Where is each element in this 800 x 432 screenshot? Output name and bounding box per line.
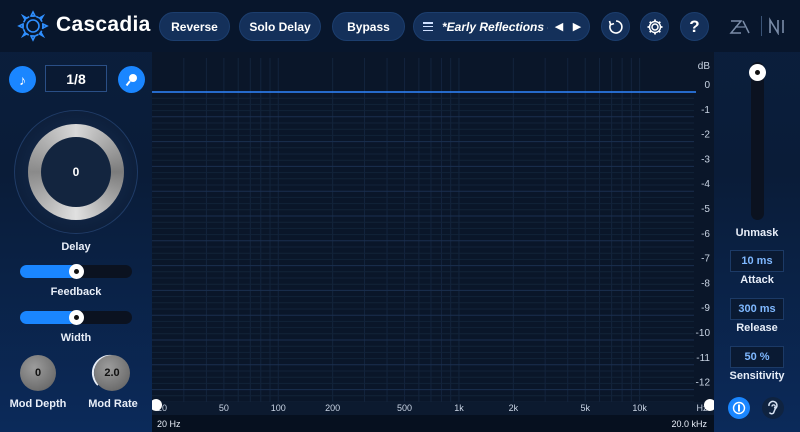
attack-label: Attack (740, 274, 774, 286)
reverse-button[interactable]: Reverse (159, 12, 230, 41)
right-panel: Unmask 10 ms Attack 300 ms Release 50 % … (714, 52, 800, 432)
width-slider[interactable] (20, 310, 132, 325)
mod-depth-knob[interactable]: 0 (20, 355, 56, 391)
db-tick-label: 0 (704, 80, 710, 91)
ear-icon (768, 400, 778, 415)
listen-button[interactable] (762, 397, 784, 419)
release-value[interactable]: 300 ms (730, 298, 784, 320)
delay-time-display[interactable]: 1/8 (45, 65, 107, 92)
release-label: Release (736, 322, 778, 334)
compare-icon (732, 401, 746, 415)
history-button[interactable] (601, 12, 630, 41)
delay-knob-value[interactable]: 0 (41, 137, 111, 207)
width-label: Width (60, 332, 92, 344)
db-unit-label: dB (698, 61, 711, 72)
unmask-slider[interactable] (751, 62, 764, 220)
freq-tick-label: 200 (325, 403, 340, 413)
preset-name[interactable]: *Early Reflections - W... (442, 20, 548, 34)
delay-label: Delay (61, 241, 91, 253)
note-icon: ♪ (19, 71, 26, 88)
compare-button[interactable] (728, 397, 750, 419)
help-button[interactable]: ? (680, 12, 709, 41)
width-slider-thumb[interactable] (69, 310, 84, 325)
next-preset-button[interactable]: ▶ (570, 20, 584, 33)
db-tick-label: -2 (701, 130, 710, 141)
tempo-sync-button[interactable]: ♪ (9, 66, 36, 93)
freq-tick-label: 10k (632, 403, 647, 413)
low-freq-readout: 20 Hz (157, 419, 181, 429)
eq-graph-canvas[interactable]: dB0-1-2-3-4-5-6-7-8-9-10-11-1220 50 100 200… (152, 52, 714, 432)
attack-value[interactable]: 10 ms (730, 250, 784, 272)
solo-delay-button[interactable]: Solo Delay (239, 12, 321, 41)
preset-selector[interactable]: *Early Reflections - W... ◀ ▶ (413, 12, 590, 41)
gear-icon (647, 19, 662, 34)
db-tick-label: -7 (701, 254, 710, 265)
db-tick-label: -10 (696, 328, 711, 339)
izotope-icon (729, 20, 750, 34)
settings-button[interactable] (640, 12, 669, 41)
freq-tick-label: 50 (219, 403, 229, 413)
app-title: Cascadia (56, 13, 151, 36)
mod-depth-label: Mod Depth (9, 398, 67, 410)
freq-tick-label: 1k (454, 403, 464, 413)
frequency-readout-strip (152, 415, 714, 432)
db-tick-label: -6 (701, 229, 710, 240)
db-tick-label: -5 (701, 204, 710, 215)
feedback-slider[interactable] (20, 264, 132, 279)
feedback-slider-thumb[interactable] (69, 264, 84, 279)
history-icon (608, 19, 623, 34)
help-icon: ? (689, 16, 700, 36)
header-bar: Cascadia Reverse Solo Delay Bypass *Earl… (0, 0, 800, 52)
unmask-label: Unmask (735, 227, 779, 239)
eq-graph[interactable]: dB 0 -1 -2 -3 -4 -5 -6 -7 -8 -9 -10 -11 -12 20 50 100 200… (152, 52, 714, 432)
delay-knob[interactable]: 0 (14, 110, 138, 234)
sensitivity-label: Sensitivity (729, 370, 785, 382)
db-tick-label: -11 (696, 353, 710, 364)
freq-tick-label: 2k (509, 403, 519, 413)
high-freq-readout: 20.0 kHz (671, 419, 707, 429)
prev-preset-button[interactable]: ◀ (552, 20, 566, 33)
mod-rate-knob[interactable]: 2.0 (94, 355, 130, 391)
sensitivity-value[interactable]: 50 % (730, 346, 784, 368)
list-icon[interactable] (423, 22, 433, 31)
tap-tempo-button[interactable] (118, 66, 145, 93)
db-tick-label: -3 (701, 154, 710, 165)
unmask-slider-thumb[interactable] (749, 64, 766, 81)
cascadia-logo-icon (17, 10, 49, 42)
db-tick-label: -4 (701, 179, 710, 190)
brand-divider (761, 16, 762, 36)
tap-icon (125, 73, 137, 86)
bypass-button[interactable]: Bypass (332, 12, 405, 41)
db-tick-label: -9 (701, 303, 710, 314)
feedback-label: Feedback (50, 286, 102, 298)
db-tick-label: -8 (701, 278, 710, 289)
mod-rate-label: Mod Rate (88, 398, 138, 410)
freq-tick-label: 500 (397, 403, 412, 413)
freq-tick-label: 5k (580, 403, 590, 413)
db-tick-label: -12 (696, 378, 711, 389)
left-panel: ♪ 1/8 0 Delay Feedback Width 0 Mod Depth (0, 52, 152, 432)
db-tick-label: -1 (701, 105, 710, 116)
freq-tick-label: 100 (271, 403, 286, 413)
plugin-window: Cascadia Reverse Solo Delay Bypass *Earl… (0, 0, 800, 432)
ni-icon (769, 17, 784, 35)
